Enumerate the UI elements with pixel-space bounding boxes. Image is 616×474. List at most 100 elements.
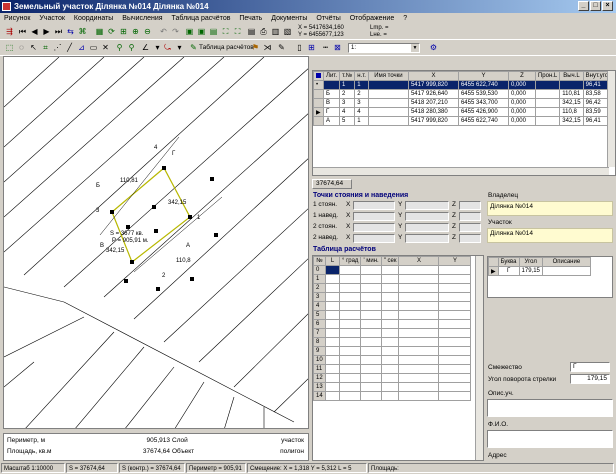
- angle-icon[interactable]: ∠: [140, 42, 151, 53]
- zoom-in-icon[interactable]: ⊕: [130, 26, 141, 37]
- table-row[interactable]: Б 2 2 5417 926,640 6455 539,530 0,000 110,81 83…: [313, 89, 615, 99]
- station-2-y-field[interactable]: [405, 223, 449, 232]
- station-1-x-field[interactable]: [353, 201, 395, 210]
- calc-col-deg[interactable]: ° град: [338, 256, 362, 266]
- station-2-x-field[interactable]: [353, 223, 395, 232]
- scale-select[interactable]: 1: ▼: [348, 43, 420, 53]
- ruler-scale-icon[interactable]: ⊠: [332, 42, 343, 53]
- menu-dokumenty[interactable]: Документы: [271, 15, 307, 22]
- col-lit[interactable]: Лит.: [322, 71, 341, 81]
- parcel-field[interactable]: Ділянка №014: [487, 228, 613, 243]
- calc-row[interactable]: 3: [313, 292, 472, 302]
- station-2-z-field[interactable]: [459, 223, 481, 232]
- vertex[interactable]: [126, 225, 130, 229]
- first-icon[interactable]: ⏮: [17, 26, 28, 37]
- tab-area[interactable]: 37674,64: [312, 179, 352, 189]
- vertex[interactable]: [162, 166, 166, 170]
- next-icon[interactable]: ▶: [41, 26, 52, 37]
- save-icon[interactable]: ▤: [246, 26, 257, 37]
- col-name[interactable]: Имя точки: [367, 71, 409, 81]
- polygon-icon[interactable]: ⌗: [40, 42, 51, 53]
- table-row[interactable]: А 5 1 5417 999,820 6455 622,740 0,000 342,15 96…: [313, 116, 615, 126]
- menu-otchety[interactable]: Отчёты: [316, 15, 340, 22]
- vertex[interactable]: [130, 260, 134, 264]
- sight-2-x-field[interactable]: [353, 234, 395, 243]
- edit-icon[interactable]: ⇆: [65, 26, 76, 37]
- calc-col-min[interactable]: ' мин.: [360, 256, 382, 266]
- calc-row[interactable]: 13: [313, 382, 472, 392]
- snap-icon[interactable]: ✕: [100, 42, 111, 53]
- chevron-down-icon[interactable]: ▼: [411, 44, 419, 52]
- sight-2-z-field[interactable]: [459, 234, 481, 243]
- node-icon[interactable]: ⋰: [52, 42, 63, 53]
- menu-tablitsa[interactable]: Таблица расчётов: [172, 15, 231, 22]
- calc-row[interactable]: 12: [313, 373, 472, 383]
- select-icon[interactable]: ⬚: [4, 42, 15, 53]
- menu-vychisleniya[interactable]: Вычисления: [122, 15, 162, 22]
- chart-icon[interactable]: ▦: [94, 26, 105, 37]
- col-y[interactable]: Y: [457, 71, 509, 81]
- calc-col-num[interactable]: №: [313, 256, 326, 266]
- preview-icon[interactable]: ▥: [270, 26, 281, 37]
- measure-icon[interactable]: ⊿: [76, 42, 87, 53]
- vertex[interactable]: [156, 287, 160, 291]
- calc-col-l[interactable]: L: [325, 256, 340, 266]
- vertex[interactable]: [154, 229, 158, 233]
- table-row[interactable]: ▶ Г 179,15: [488, 266, 591, 276]
- angle-col-letter[interactable]: Буква: [497, 257, 520, 267]
- calc-col-x[interactable]: X: [398, 256, 440, 266]
- menu-help[interactable]: ?: [403, 15, 407, 22]
- map-icon[interactable]: ⛶: [220, 26, 231, 37]
- vertex[interactable]: [214, 233, 218, 237]
- table-calc-label[interactable]: Таблица расчётов: [199, 44, 254, 51]
- lasso-icon[interactable]: ◌: [16, 42, 27, 53]
- zoom-rect-icon[interactable]: ⊞: [118, 26, 129, 37]
- zoom-out-icon[interactable]: ⊖: [142, 26, 153, 37]
- col-x[interactable]: X: [407, 71, 459, 81]
- grid-icon[interactable]: ▭: [88, 42, 99, 53]
- calc-row[interactable]: 0: [313, 265, 472, 275]
- calc-row[interactable]: 7: [313, 328, 472, 338]
- vertex[interactable]: [152, 205, 156, 209]
- map-canvas[interactable]: S = 3677 кв. P = 905,91 м. Б В Г А 342,1…: [3, 56, 309, 429]
- table-row[interactable]: В 3 3 5418 207,210 6455 343,700 0,000 342,15 96…: [313, 98, 615, 108]
- vertex[interactable]: [190, 277, 194, 281]
- prev-icon[interactable]: ◀: [29, 26, 40, 37]
- last-icon[interactable]: ⏭: [53, 26, 64, 37]
- tool-b-icon[interactable]: ⚲: [126, 42, 137, 53]
- angle-col-desc[interactable]: Описание: [541, 257, 591, 267]
- fio-field[interactable]: [487, 430, 613, 448]
- line-icon[interactable]: ╱: [64, 42, 75, 53]
- vertex[interactable]: [210, 177, 214, 181]
- col-num[interactable]: т.№: [339, 71, 356, 81]
- calc-row[interactable]: 10: [313, 355, 472, 365]
- station-1-z-field[interactable]: [459, 201, 481, 210]
- minimize-button[interactable]: _: [578, 1, 589, 11]
- col-vych-l[interactable]: Выч.L: [559, 71, 584, 81]
- owner-field[interactable]: Ділянка №014: [487, 201, 613, 216]
- refresh-icon[interactable]: ⟳: [106, 26, 117, 37]
- calc-row[interactable]: 5: [313, 310, 472, 320]
- angle-col-angle[interactable]: Угол: [518, 257, 543, 267]
- maximize-button[interactable]: □: [590, 1, 601, 11]
- pin-icon[interactable]: ⚑: [250, 42, 261, 53]
- calc-row[interactable]: 8: [313, 337, 472, 347]
- sight-1-z-field[interactable]: [459, 212, 481, 221]
- table-calc-icon[interactable]: ✎: [188, 42, 199, 53]
- col-pron-l[interactable]: Прон.L: [534, 71, 561, 81]
- tool-a-icon[interactable]: ⚲: [114, 42, 125, 53]
- calc-row[interactable]: 9: [313, 346, 472, 356]
- map2-icon[interactable]: ⛶: [232, 26, 243, 37]
- close-path-icon[interactable]: ⋊: [262, 42, 273, 53]
- dropdown-b-icon[interactable]: ▾: [174, 42, 185, 53]
- ruler-icon[interactable]: ┅: [320, 42, 331, 53]
- rect-icon[interactable]: ▯: [294, 42, 305, 53]
- col-z[interactable]: Z: [507, 71, 536, 81]
- calc-row[interactable]: 14: [313, 391, 472, 401]
- calc-col-y[interactable]: Y: [438, 256, 472, 266]
- pencil-icon[interactable]: ✎: [276, 42, 287, 53]
- redo-icon[interactable]: ↷: [170, 26, 181, 37]
- grid-layout-icon[interactable]: ⊞: [306, 42, 317, 53]
- rotate-icon[interactable]: ⤿: [162, 42, 173, 53]
- calc-col-sec[interactable]: " сек: [380, 256, 400, 266]
